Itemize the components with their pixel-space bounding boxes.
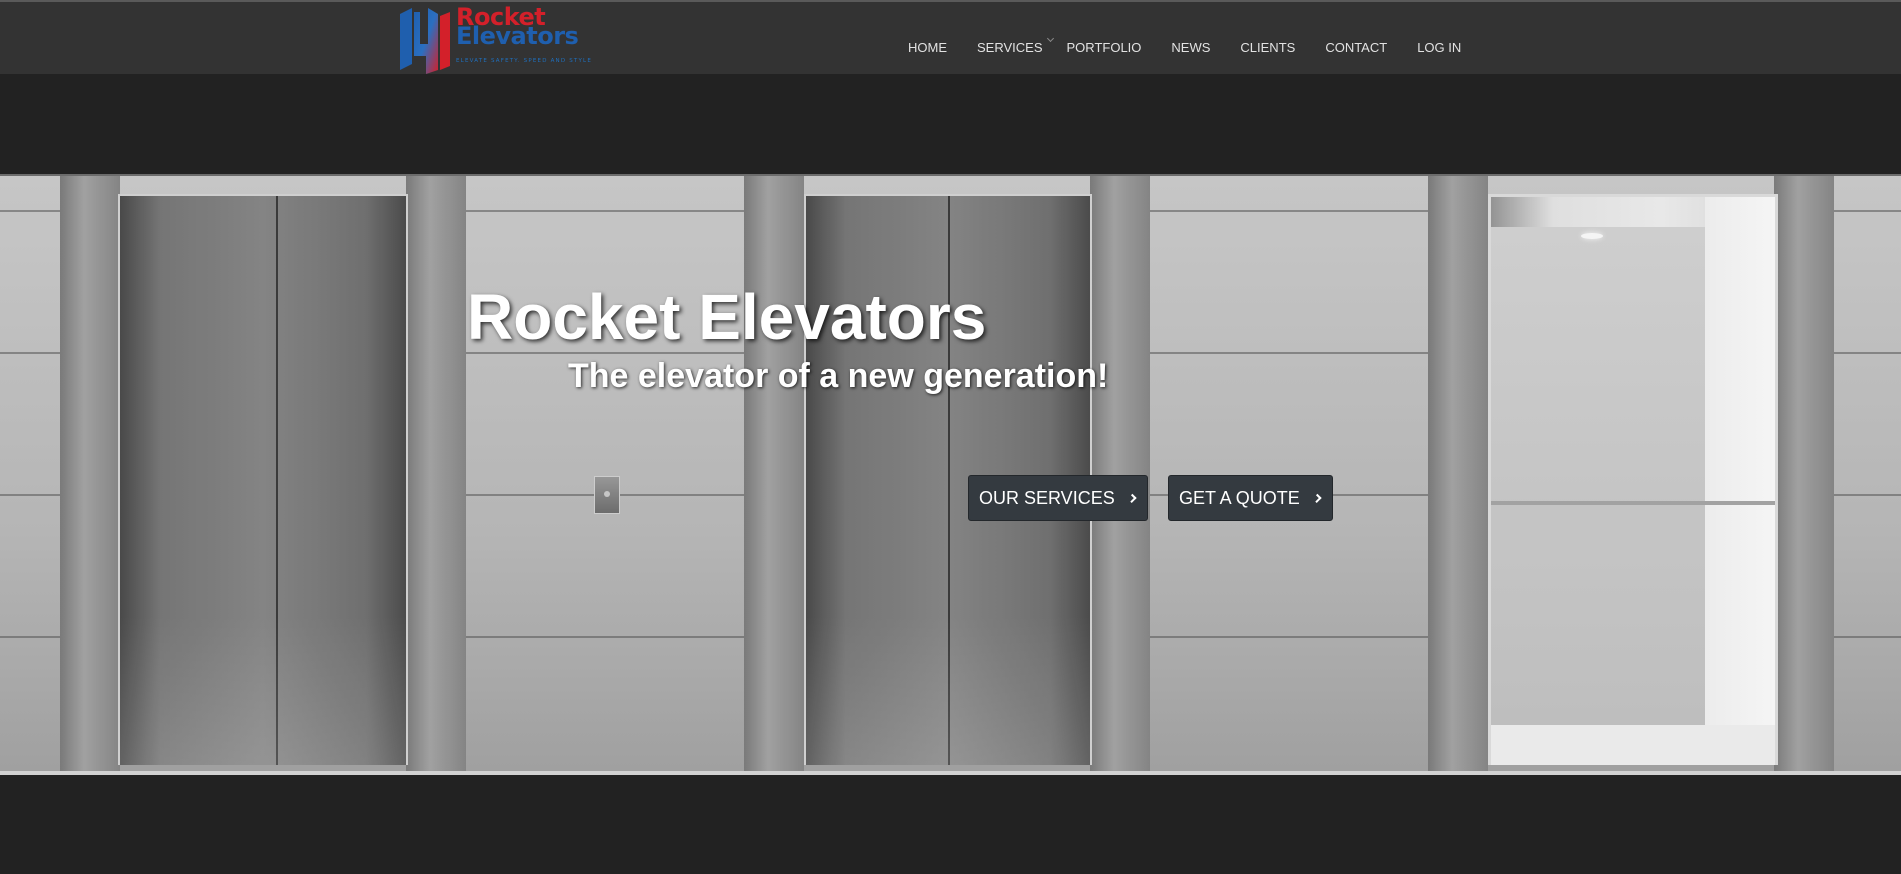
chevron-down-icon [1046, 34, 1054, 43]
chevron-right-icon [1312, 493, 1322, 503]
site-header: Rocket Elevators ELEVATE SAFETY. SPEED A… [0, 0, 1901, 74]
hero-banner: Rocket Elevators The elevator of a new g… [0, 174, 1901, 775]
our-services-button[interactable]: OUR SERVICES [968, 475, 1148, 521]
elevator-logo-icon [400, 8, 450, 74]
nav-portfolio[interactable]: PORTFOLIO [1067, 40, 1142, 55]
nav-news[interactable]: NEWS [1171, 40, 1210, 55]
logo-tagline: ELEVATE SAFETY. SPEED AND STYLE [456, 58, 592, 64]
hero-subtitle: The elevator of a new generation! [568, 357, 1109, 395]
rocket-elevators-logo[interactable]: Rocket Elevators ELEVATE SAFETY. SPEED A… [396, 4, 596, 76]
get-a-quote-label: GET A QUOTE [1179, 487, 1300, 508]
nav-login[interactable]: LOG IN [1417, 40, 1461, 55]
nav-services-label: SERVICES [977, 40, 1043, 55]
nav-services[interactable]: SERVICES [977, 34, 1054, 55]
get-a-quote-button[interactable]: GET A QUOTE [1168, 475, 1333, 521]
nav-contact[interactable]: CONTACT [1325, 40, 1387, 55]
our-services-label: OUR SERVICES [979, 487, 1115, 508]
hero-overlay [0, 176, 1901, 771]
hero-title: Rocket Elevators [467, 281, 987, 353]
nav-clients[interactable]: CLIENTS [1240, 40, 1295, 55]
logo-word-elevators: Elevators [456, 22, 579, 50]
nav-home[interactable]: HOME [908, 40, 947, 55]
chevron-right-icon [1127, 493, 1137, 503]
main-nav: HOME SERVICES PORTFOLIO NEWS CLIENTS CON… [908, 34, 1491, 55]
logo-wordmark: Rocket Elevators [456, 5, 579, 50]
